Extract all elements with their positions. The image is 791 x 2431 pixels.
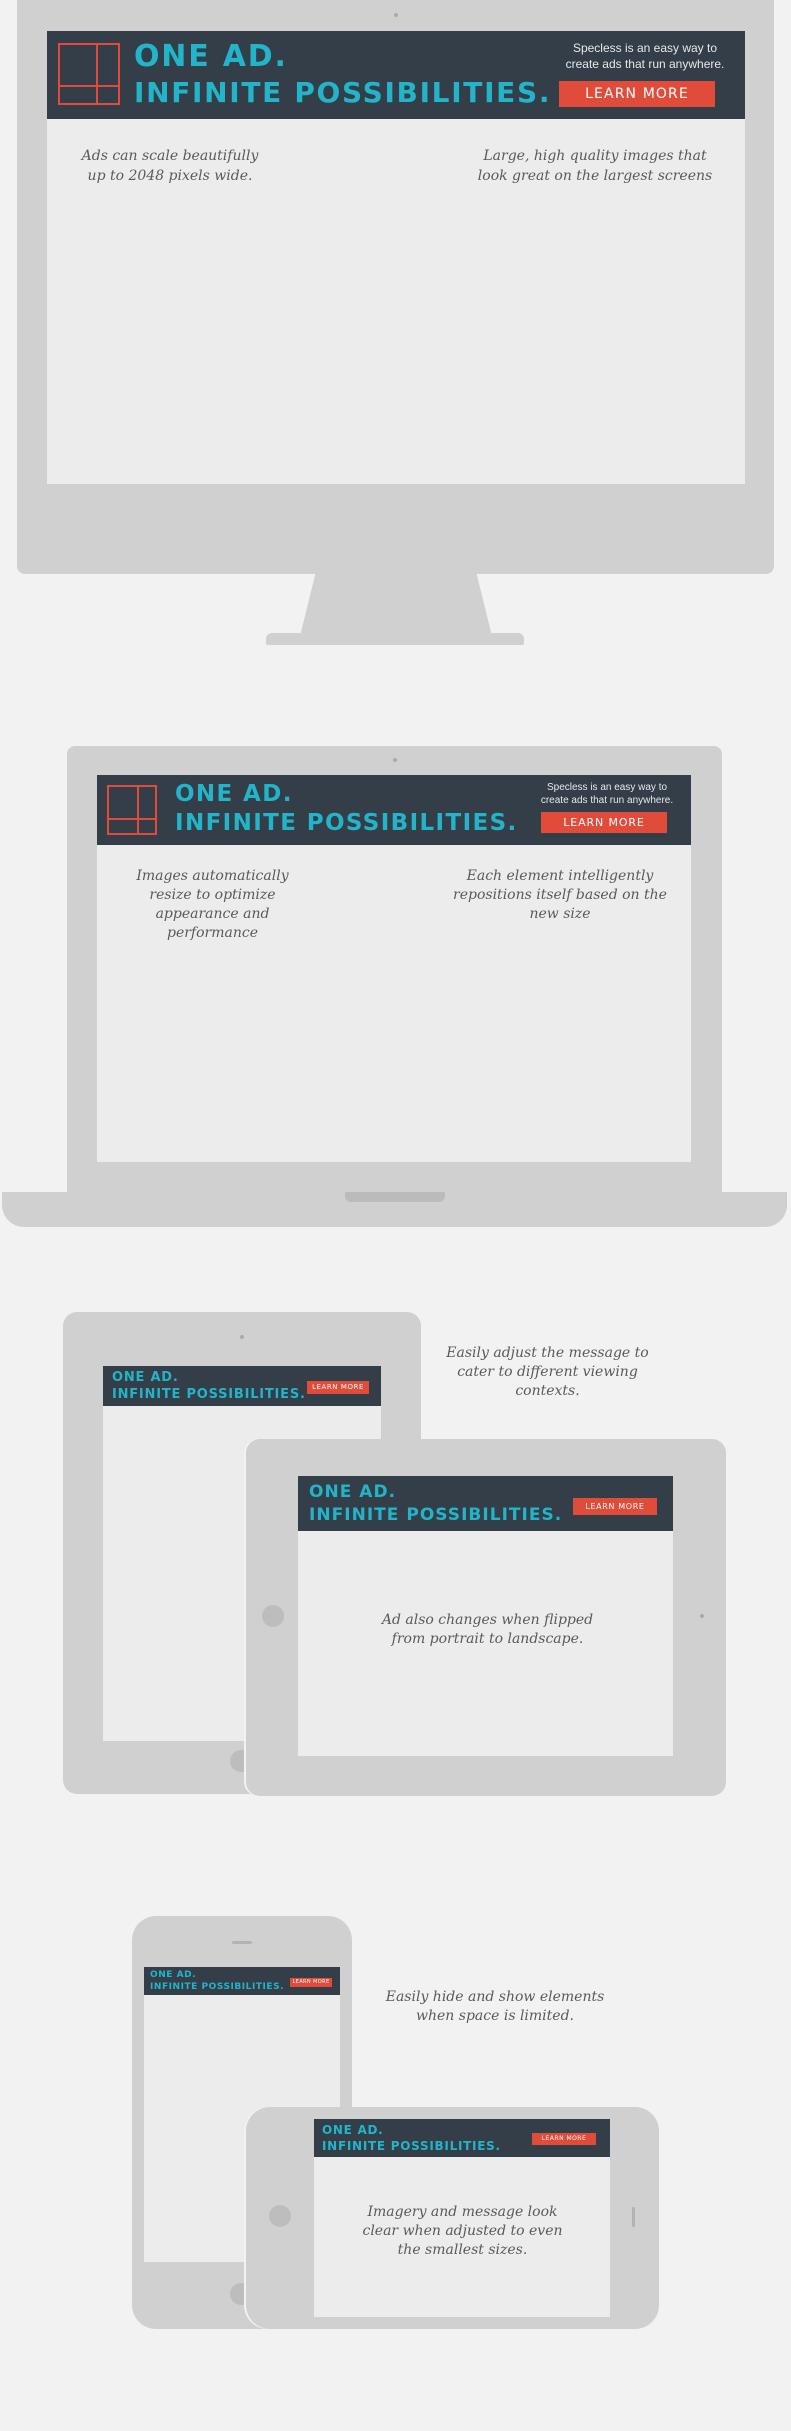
laptop-notch [345, 1192, 445, 1202]
ad-title-line2: INFINITE POSSIBILITIES. [175, 810, 518, 836]
phone-landscape-ad-banner: ONE AD. INFINITE POSSIBILITIES. LEARN MO… [314, 2119, 610, 2157]
laptop-note-right: Each element intelligently repositions i… [453, 868, 667, 922]
ad-tagline-line1: Specless is an easy way to [546, 782, 668, 793]
desktop-stand-base [266, 633, 524, 645]
tablet-portrait-camera [240, 1335, 244, 1339]
specless-logo-icon [58, 43, 120, 105]
learn-more-button[interactable]: LEARN MORE [532, 2133, 596, 2145]
ad-title-line2: INFINITE POSSIBILITIES. [309, 1505, 563, 1525]
tablet-note-center: Ad also changes when flipped from portra… [381, 1612, 594, 1647]
tablet-note-top: Easily adjust the message to cater to di… [446, 1345, 649, 1399]
learn-more-button[interactable]: LEARN MORE [573, 1498, 657, 1515]
phone-note-center: Imagery and message look clear when adju… [362, 2204, 563, 2258]
desktop-note-right: Large, high quality images that look gre… [477, 148, 713, 184]
ad-tagline-line2: create ads that run anywhere. [540, 795, 674, 806]
ad-title-line1: ONE AD. [309, 1482, 397, 1502]
ad-title-line1: ONE AD. [322, 2123, 384, 2137]
phone-portrait-ad-banner: ONE AD. INFINITE POSSIBILITIES. LEARN MO… [144, 1967, 340, 1995]
ad-title-line2: INFINITE POSSIBILITIES. [322, 2139, 501, 2153]
ad-title-line1: ONE AD. [134, 39, 288, 74]
ad-title-line1: ONE AD. [112, 1370, 179, 1385]
ad-tagline-line2: create ads that run anywhere. [565, 57, 725, 71]
tablet-portrait-ad-banner: ONE AD. INFINITE POSSIBILITIES. LEARN MO… [103, 1366, 381, 1406]
ad-title-line2: INFINITE POSSIBILITIES. [150, 1982, 285, 1992]
laptop-note-left: Images automatically resize to optimize … [136, 868, 289, 941]
learn-more-button[interactable]: LEARN MORE [559, 81, 715, 107]
phone-landscape-speaker [632, 2207, 635, 2227]
phone-portrait-speaker [232, 1941, 252, 1944]
ad-title-line2: INFINITE POSSIBILITIES. [112, 1387, 306, 1402]
specless-logo-icon [107, 785, 157, 835]
tablet-landscape-camera [700, 1614, 704, 1618]
tablet-landscape-ad-banner: ONE AD. INFINITE POSSIBILITIES. LEARN MO… [298, 1476, 673, 1531]
tablet-landscape-home-button [262, 1605, 284, 1627]
desktop-camera [394, 13, 398, 17]
phone-note-top: Easily hide and show elements when space… [385, 1989, 605, 2024]
ad-title-line1: ONE AD. [150, 1970, 197, 1980]
ad-title-line2: INFINITE POSSIBILITIES. [134, 76, 552, 109]
phone-landscape-home-button [269, 2205, 291, 2227]
laptop-ad-banner: ONE AD. INFINITE POSSIBILITIES. Specless… [97, 775, 691, 845]
laptop-camera [393, 758, 397, 762]
ad-tagline-line1: Specless is an easy way to [572, 41, 718, 55]
desktop-stand [300, 574, 492, 636]
learn-more-button[interactable]: LEARN MORE [290, 1978, 332, 1987]
learn-more-button[interactable]: LEARN MORE [307, 1381, 369, 1394]
desktop-note-left: Ads can scale beautifully up to 2048 pix… [81, 148, 259, 184]
ad-title-line1: ONE AD. [175, 781, 293, 807]
learn-more-button[interactable]: LEARN MORE [541, 812, 667, 833]
desktop-ad-banner: ONE AD. INFINITE POSSIBILITIES. Specless… [47, 31, 745, 119]
